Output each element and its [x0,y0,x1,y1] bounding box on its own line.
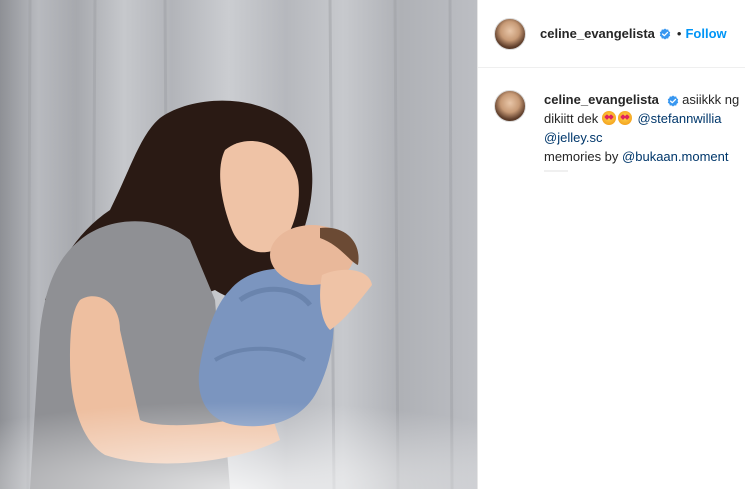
post-photo-illustration [0,0,477,489]
caption-username[interactable]: celine_evangelista [544,92,659,107]
header-user-row: celine_evangelista • Follow [540,26,727,41]
caption-line-4: memories by @bukaan.moment [544,147,744,166]
mention-link[interactable]: @jelley.sc [544,130,602,145]
caption-line-1-text: asiikkk ng [682,92,740,107]
caption-avatar[interactable] [494,90,526,122]
caption-line-2-text: dikiitt dek [544,111,599,126]
heart-eyes-emoji-icon [617,111,632,125]
post-image[interactable] [0,0,477,489]
caption-text: celine_evangelista asiikkk ng dikiitt de… [544,90,744,172]
avatar[interactable] [494,17,526,50]
caption-section: celine_evangelista asiikkk ng dikiitt de… [478,68,745,489]
verified-badge-icon [659,28,671,39]
mention-link[interactable]: @stefannwillia [637,111,721,126]
caption-line-3: @jelley.sc [544,128,744,147]
verified-badge-icon [667,95,678,107]
caption-divider [544,170,568,172]
post-header: celine_evangelista • Follow [478,0,745,68]
caption-line-1: celine_evangelista asiikkk ng [544,90,744,109]
follow-button[interactable]: Follow [685,26,726,41]
separator-dot: • [676,26,682,41]
heart-eyes-emoji-icon [601,111,616,125]
header-username[interactable]: celine_evangelista [540,26,655,41]
mention-link[interactable]: @bukaan.moment [622,149,728,164]
caption-line-2: dikiitt dek @stefannwillia [544,109,744,128]
caption-line-4-text: memories by [544,149,619,164]
caption-row: celine_evangelista asiikkk ng dikiitt de… [494,90,745,172]
